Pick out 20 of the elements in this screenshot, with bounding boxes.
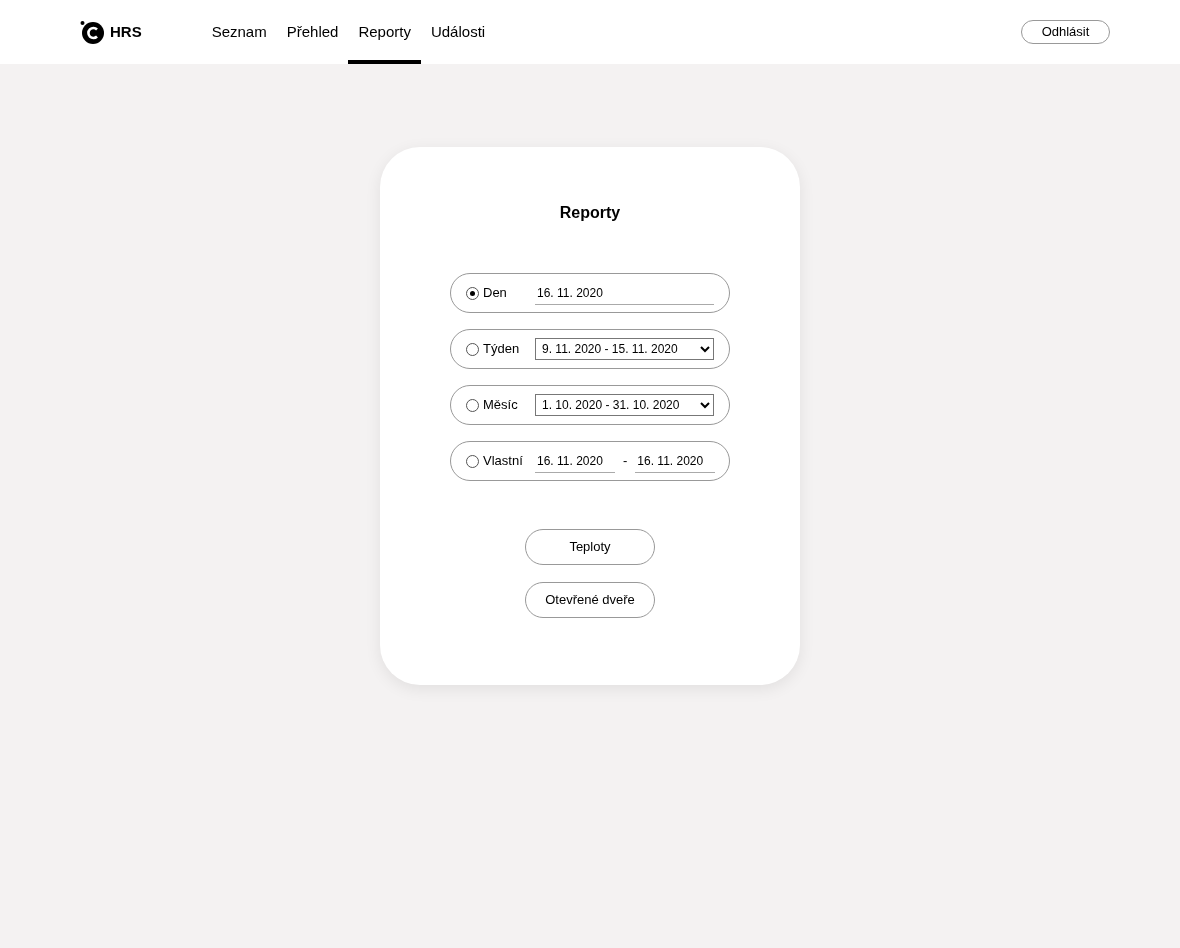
nav-tab[interactable]: Reporty <box>348 0 421 64</box>
period-dropdown[interactable]: 9. 11. 2020 - 15. 11. 2020 <box>535 338 714 360</box>
date-field[interactable]: 16. 11. 2020 <box>535 281 714 305</box>
date-field[interactable]: 16. 11. 2020 <box>535 449 615 473</box>
nav-tab[interactable]: Události <box>420 0 496 64</box>
period-dropdown[interactable]: 1. 10. 2020 - 31. 10. 2020 <box>535 394 714 416</box>
report-button[interactable]: Otevřené dveře <box>525 582 655 618</box>
card-title: Reporty <box>558 203 622 223</box>
date-field[interactable]: 16. 11. 2020 <box>635 449 716 473</box>
report-button[interactable]: Teploty <box>525 529 655 565</box>
nav-tab[interactable]: Seznam <box>201 0 277 64</box>
option-label: Týden <box>483 340 521 359</box>
logo-icon <box>80 20 104 44</box>
nav-tab[interactable]: Přehled <box>276 0 349 64</box>
option-label: Den <box>483 284 508 303</box>
range-separator: - <box>623 452 628 471</box>
option-label: Vlastní <box>483 452 524 471</box>
logout-button[interactable]: Odhlásit <box>1021 20 1110 44</box>
brand-name: HRS <box>110 21 142 42</box>
option-label: Měsíc <box>483 396 519 415</box>
